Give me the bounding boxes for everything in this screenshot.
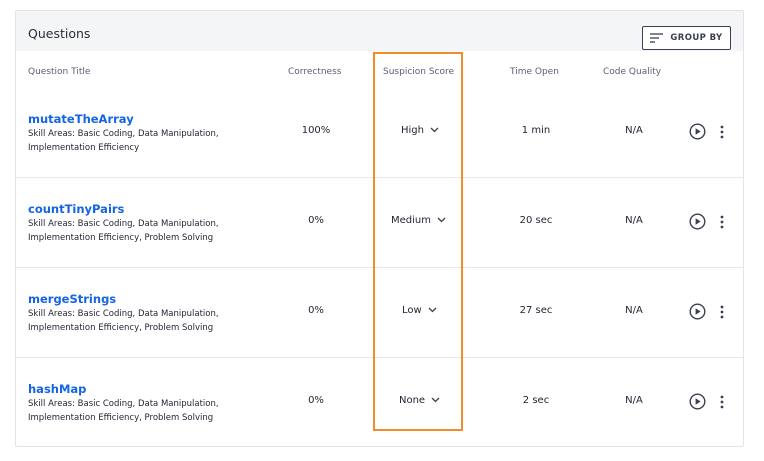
correctness-value: 0%: [308, 395, 324, 406]
time-open-value: 1 min: [521, 125, 551, 136]
suspicion-score-dropdown[interactable]: Medium: [391, 215, 446, 226]
code-quality-value: N/A: [625, 215, 643, 226]
suspicion-score-value: Low: [402, 305, 422, 316]
suspicion-score-dropdown[interactable]: High: [401, 125, 439, 136]
skill-areas-line: Skill Areas: Basic Coding, Data Manipula…: [28, 399, 219, 409]
code-quality-value: N/A: [625, 395, 643, 406]
panel-title: Questions: [28, 26, 91, 41]
table-row: hashMap Skill Areas: Basic Coding, Data …: [16, 357, 743, 447]
correctness-value: 0%: [308, 215, 324, 226]
skill-areas-line: Implementation Efficiency: [28, 143, 140, 153]
time-open-value: 20 sec: [519, 215, 553, 226]
suspicion-score-dropdown[interactable]: Low: [402, 305, 437, 316]
group-by-label: GROUP BY: [670, 33, 723, 43]
column-header-suspicion: Suspicion Score: [383, 67, 455, 77]
suspicion-score-dropdown[interactable]: None: [399, 395, 440, 406]
table-row: mutateTheArray Skill Areas: Basic Coding…: [16, 87, 743, 177]
play-circle-icon[interactable]: [689, 393, 706, 414]
play-circle-icon[interactable]: [689, 123, 706, 144]
question-skill-areas: Skill Areas: Basic Coding, Data Manipula…: [28, 397, 268, 425]
suspicion-score-value: Medium: [391, 215, 431, 226]
filter-lines-icon: [650, 33, 664, 43]
question-title-link[interactable]: hashMap: [28, 382, 86, 396]
group-by-button[interactable]: GROUP BY: [642, 26, 731, 50]
question-skill-areas: Skill Areas: Basic Coding, Data Manipula…: [28, 217, 268, 245]
code-quality-value: N/A: [625, 125, 643, 136]
suspicion-score-value: None: [399, 395, 426, 406]
chevron-down-icon: [428, 305, 437, 316]
question-title-link[interactable]: mergeStrings: [28, 292, 116, 306]
more-vertical-icon[interactable]: [720, 124, 724, 143]
column-header-code-quality: Code Quality: [603, 67, 662, 77]
question-title-link[interactable]: countTinyPairs: [28, 202, 124, 216]
more-vertical-icon[interactable]: [720, 214, 724, 233]
more-vertical-icon[interactable]: [720, 304, 724, 323]
code-quality-value: N/A: [625, 305, 643, 316]
chevron-down-icon: [430, 125, 439, 136]
skill-areas-line: Implementation Efficiency, Problem Solvi…: [28, 413, 214, 423]
column-header-title: Question Title: [28, 67, 91, 77]
suspicion-score-value: High: [401, 125, 424, 136]
question-title-link[interactable]: mutateTheArray: [28, 112, 134, 126]
panel-header: [16, 11, 743, 51]
question-skill-areas: Skill Areas: Basic Coding, Data Manipula…: [28, 127, 268, 155]
questions-panel: Questions GROUP BY Question Title Correc…: [15, 10, 744, 447]
time-open-value: 2 sec: [522, 395, 550, 406]
question-skill-areas: Skill Areas: Basic Coding, Data Manipula…: [28, 307, 268, 335]
skill-areas-line: Implementation Efficiency, Problem Solvi…: [28, 323, 214, 333]
play-circle-icon[interactable]: [689, 213, 706, 234]
more-vertical-icon[interactable]: [720, 394, 724, 413]
chevron-down-icon: [437, 215, 446, 226]
chevron-down-icon: [431, 395, 440, 406]
skill-areas-line: Implementation Efficiency, Problem Solvi…: [28, 233, 214, 243]
time-open-value: 27 sec: [519, 305, 553, 316]
skill-areas-line: Skill Areas: Basic Coding, Data Manipula…: [28, 129, 219, 139]
correctness-value: 0%: [308, 305, 324, 316]
skill-areas-line: Skill Areas: Basic Coding, Data Manipula…: [28, 309, 219, 319]
skill-areas-line: Skill Areas: Basic Coding, Data Manipula…: [28, 219, 219, 229]
column-header-time-open: Time Open: [510, 67, 559, 77]
column-header-correctness: Correctness: [288, 67, 342, 77]
table-row: countTinyPairs Skill Areas: Basic Coding…: [16, 177, 743, 267]
table-row: mergeStrings Skill Areas: Basic Coding, …: [16, 267, 743, 357]
play-circle-icon[interactable]: [689, 303, 706, 324]
correctness-value: 100%: [301, 125, 331, 136]
